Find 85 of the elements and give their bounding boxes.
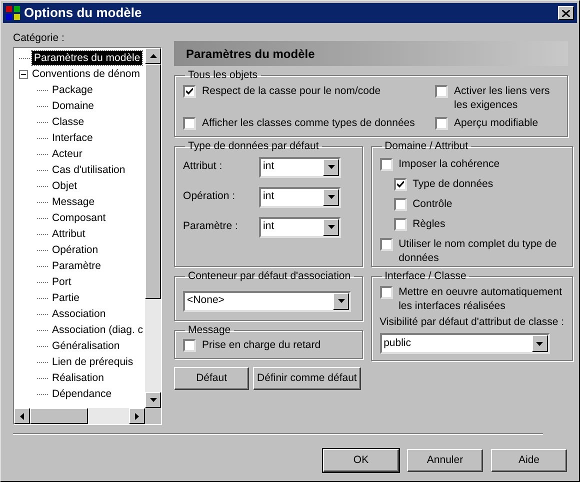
tree-item[interactable]: Conventions de dénom xyxy=(30,67,142,81)
dialog-button[interactable]: Défaut xyxy=(174,367,250,390)
checkbox-label: Imposer la cohérence xyxy=(398,156,500,170)
checkbox-label: Règles xyxy=(412,216,446,230)
tree-item[interactable]: Dépendance xyxy=(50,387,114,401)
up-arrow-icon[interactable] xyxy=(150,54,157,58)
window-title: Options du modèle xyxy=(24,4,143,22)
tree-item[interactable]: Classe xyxy=(50,115,86,129)
checkbox[interactable] xyxy=(435,116,448,130)
dropdown-field[interactable]: int xyxy=(259,216,342,238)
tree-item[interactable]: Opération xyxy=(50,243,100,257)
tree-item[interactable]: Paramètre xyxy=(50,259,104,273)
group-title: Conteneur par défaut d'association xyxy=(187,268,352,284)
checkbox[interactable] xyxy=(380,238,393,250)
dropdown-value: int xyxy=(262,219,276,234)
tree-item[interactable]: Package xyxy=(50,83,95,97)
tree-item[interactable]: Objet xyxy=(50,179,80,193)
dialog-button[interactable]: Aide xyxy=(491,449,567,472)
tree-item[interactable]: Association xyxy=(50,307,108,321)
tree-item[interactable]: Attribut xyxy=(50,227,88,241)
dropdown-field[interactable]: int xyxy=(259,156,342,178)
dropdown-field[interactable]: int xyxy=(259,186,342,208)
dropdown-value: <None> xyxy=(186,293,226,308)
checkbox[interactable] xyxy=(394,198,407,210)
field-label: Attribut : xyxy=(183,159,224,174)
tree-item[interactable]: Association (diag. c xyxy=(50,323,146,337)
field-label: Visibilité par défaut d'attribut de classe : xyxy=(380,314,564,330)
checkbox-label: Respect de la casse pour le nom/code xyxy=(202,84,381,98)
tree-item[interactable]: Lien de prérequis xyxy=(50,355,136,369)
dialog-button[interactable]: Définir comme défaut xyxy=(253,367,361,390)
dropdown-field[interactable]: <None> xyxy=(183,290,352,312)
right-arrow-icon[interactable] xyxy=(135,412,140,420)
checkmark-icon xyxy=(186,88,194,95)
checkbox[interactable] xyxy=(183,339,196,352)
tree-item[interactable]: Domaine xyxy=(50,99,96,113)
checkbox[interactable] xyxy=(183,84,196,98)
app-icon xyxy=(6,6,20,20)
checkbox-label: Activer les liens vers les exigences xyxy=(454,84,551,112)
left-arrow-icon[interactable] xyxy=(20,412,24,420)
dialog-button[interactable]: OK xyxy=(323,449,399,472)
checkbox[interactable] xyxy=(435,84,448,98)
tree-item[interactable]: Réalisation xyxy=(50,371,106,385)
group-title: Type de données par défaut xyxy=(187,138,320,154)
tree-item[interactable]: Cas d'utilisation xyxy=(50,163,128,177)
dropdown-field[interactable]: public xyxy=(380,333,550,354)
tree-item[interactable]: Acteur xyxy=(50,147,84,161)
group-title: Interface / Classe xyxy=(384,268,468,284)
tree-item[interactable]: Généralisation xyxy=(50,339,122,353)
checkbox-label: Utiliser le nom complet du type de données xyxy=(398,236,558,264)
field-label: Paramètre : xyxy=(183,219,239,234)
checkbox-label: Type de données xyxy=(412,176,494,190)
dropdown-value: int xyxy=(262,189,276,204)
collapse-icon[interactable] xyxy=(19,70,28,78)
checkbox-label: Aperçu modifiable xyxy=(454,116,538,130)
tree-item[interactable]: Composant xyxy=(50,211,108,225)
checkbox[interactable] xyxy=(183,116,196,130)
tree-item[interactable]: Port xyxy=(50,275,74,289)
field-label: Opération : xyxy=(183,189,236,204)
checkbox-label: Mettre en oeuvre automatiquement les interfaces réalisées xyxy=(398,284,564,312)
checkbox-label: Prise en charge du retard xyxy=(202,338,321,352)
tree-item[interactable]: Interface xyxy=(50,131,95,145)
checkbox[interactable] xyxy=(394,178,407,190)
checkbox[interactable] xyxy=(380,158,393,170)
checkbox-label: Afficher les classes comme types de données xyxy=(202,116,415,130)
checkbox[interactable] xyxy=(394,218,407,230)
close-button[interactable] xyxy=(558,6,574,20)
group-title: Tous les objets xyxy=(187,68,259,83)
close-icon xyxy=(562,10,570,16)
horizontal-scrollbar[interactable] xyxy=(14,408,146,424)
tree-item[interactable]: Partie xyxy=(50,291,82,305)
dropdown-value: int xyxy=(262,159,276,174)
checkbox[interactable] xyxy=(380,286,393,298)
section-header: Paramètres du modèle xyxy=(174,41,568,66)
checkbox-label: Contrôle xyxy=(412,196,452,210)
checkmark-icon xyxy=(396,180,404,188)
group-title: Domaine / Attribut xyxy=(384,138,470,154)
dropdown-value: public xyxy=(382,336,412,351)
tree-item[interactable]: Paramètres du modèle xyxy=(32,51,142,65)
category-label: Catégorie : xyxy=(13,31,66,46)
down-arrow-icon[interactable] xyxy=(150,398,157,402)
vertical-scrollbar[interactable] xyxy=(145,48,162,408)
tree-item[interactable]: Message xyxy=(50,195,97,209)
scrollbar-corner xyxy=(145,408,162,424)
group-title: Message xyxy=(187,322,232,338)
dialog-button[interactable]: Annuler xyxy=(407,449,483,472)
